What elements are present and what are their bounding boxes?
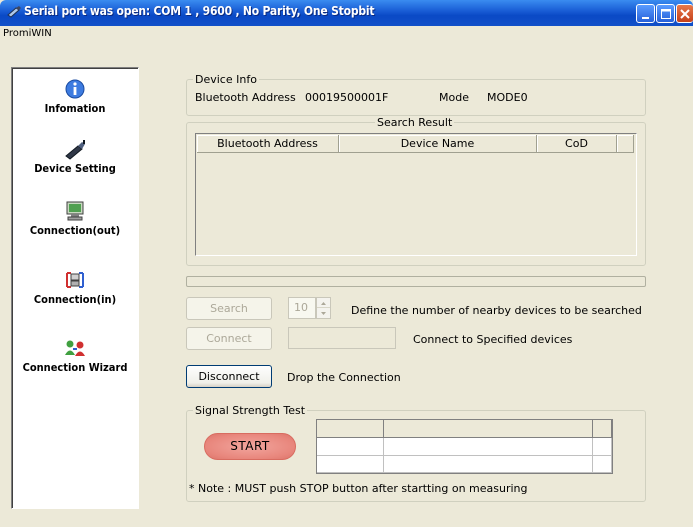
close-icon [680,9,690,19]
connect-button[interactable]: Connect [186,327,272,350]
device-count-spinner[interactable] [316,297,331,319]
search-result-title: Search Result [375,116,455,129]
connect-address-input[interactable] [288,327,396,349]
window-title: Serial port was open: COM 1 , 9600 , No … [24,4,375,18]
sidebar-item-information[interactable]: Infomation [12,78,138,115]
sidebar-item-connection-wizard[interactable]: Connection Wizard [12,337,138,374]
device-count-input[interactable]: 10 [288,297,316,319]
bt-address-value: 00019500001F [305,91,389,104]
grid-header-cell [384,420,593,438]
bt-address-label: Bluetooth Address [195,91,296,104]
mode-label: Mode [439,91,469,104]
maximize-icon [661,9,671,19]
grid-cell [593,456,612,473]
spin-up-button[interactable] [317,298,330,308]
column-cod[interactable]: CoD [537,135,617,153]
connection-out-icon [66,201,84,221]
grid-cell [384,456,593,473]
caret-up-icon [321,302,326,305]
device-info-title: Device Info [193,73,259,86]
sidebar-item-label: Device Setting [34,162,116,175]
caret-down-icon [321,312,326,315]
signal-strength-title: Signal Strength Test [193,404,308,417]
minimize-button[interactable] [636,4,655,23]
sidebar-item-connection-out[interactable]: Connection(out) [12,200,138,237]
spin-down-button[interactable] [317,308,330,318]
search-button[interactable]: Search [186,297,272,320]
column-device-name[interactable]: Device Name [339,135,537,153]
mode-value: MODE0 [487,91,528,104]
grid-cell [384,438,593,456]
title-bar[interactable]: Serial port was open: COM 1 , 9600 , No … [0,0,693,26]
device-setting-icon [65,140,85,160]
sidebar-item-device-setting[interactable]: Device Setting [12,138,138,175]
search-description: Define the number of nearby devices to b… [351,304,642,317]
maximize-button[interactable] [656,4,675,23]
column-filler [617,135,634,153]
sidebar-item-label: Connection(in) [33,293,117,306]
progress-bar [186,276,646,287]
connection-in-icon [66,272,84,288]
app-name: PromiWIN [3,28,52,39]
app-name-bar: PromiWIN [0,26,693,42]
grid-cell [317,438,384,456]
measurement-note: * Note : MUST push STOP button after sta… [189,482,528,495]
grid-cell [593,438,612,456]
list-header: Bluetooth Address Device Name CoD [197,135,634,153]
search-result-list[interactable]: Bluetooth Address Device Name CoD [195,133,637,256]
app-icon [7,6,21,18]
sidebar-item-label: Connection(out) [29,224,121,237]
sidebar-item-connection-in[interactable]: Connection(in) [12,269,138,306]
sidebar-item-label: Connection Wizard [22,361,128,374]
connection-wizard-icon [65,340,85,356]
minimize-icon [642,17,649,19]
column-bt-address[interactable]: Bluetooth Address [197,135,339,153]
sidebar: Infomation Device Setting Connection(out… [11,67,139,509]
connect-description: Connect to Specified devices [413,333,573,346]
signal-strength-grid[interactable] [316,419,613,474]
grid-cell [317,456,384,473]
start-button[interactable]: START [204,433,296,460]
close-button[interactable] [676,4,693,23]
info-icon [65,79,85,99]
disconnect-button[interactable]: Disconnect [186,365,272,388]
grid-header-cell [593,420,612,438]
sidebar-item-label: Infomation [44,102,106,115]
disconnect-description: Drop the Connection [287,371,401,384]
grid-header-cell [317,420,384,438]
